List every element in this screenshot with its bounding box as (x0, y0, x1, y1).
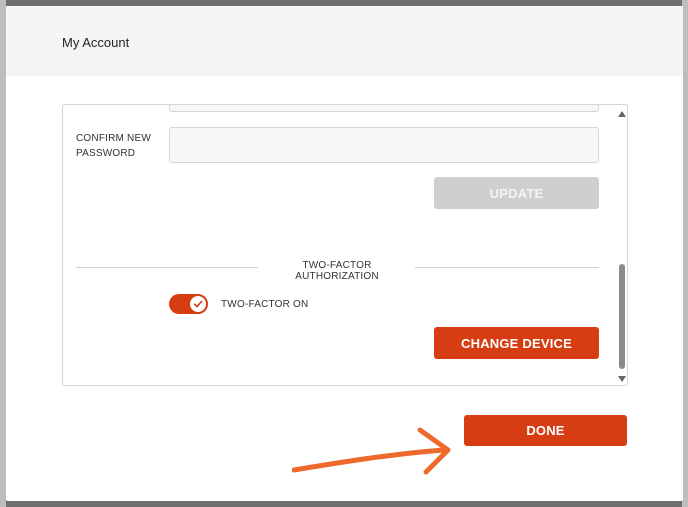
my-account-modal: My Account CONFIRM NEW PASSWORD UPDATE T… (6, 6, 683, 501)
scroll-down-icon[interactable] (618, 376, 626, 382)
new-password-field[interactable] (169, 105, 599, 112)
settings-panel: CONFIRM NEW PASSWORD UPDATE TWO-FACTOR A… (62, 104, 628, 386)
done-button[interactable]: DONE (464, 415, 627, 446)
scroll-thumb[interactable] (619, 264, 625, 369)
modal-title: My Account (62, 35, 130, 50)
two-factor-toggle[interactable] (169, 294, 208, 314)
two-factor-section-title: TWO-FACTOR AUTHORIZATION (295, 260, 379, 282)
divider-right (415, 267, 599, 268)
modal-header: My Account (6, 6, 683, 76)
update-button[interactable]: UPDATE (434, 177, 599, 209)
two-factor-toggle-label: TWO-FACTOR ON (221, 299, 309, 310)
confirm-password-field[interactable] (169, 127, 599, 163)
checkmark-icon (193, 300, 203, 308)
toggle-knob (190, 296, 206, 312)
change-device-button[interactable]: CHANGE DEVICE (434, 327, 599, 359)
panel-scrollbar[interactable] (616, 104, 628, 386)
annotation-arrow-icon (292, 427, 451, 475)
confirm-password-label: CONFIRM NEW PASSWORD (76, 133, 151, 159)
divider-left (76, 267, 258, 268)
scroll-up-icon[interactable] (618, 111, 626, 117)
